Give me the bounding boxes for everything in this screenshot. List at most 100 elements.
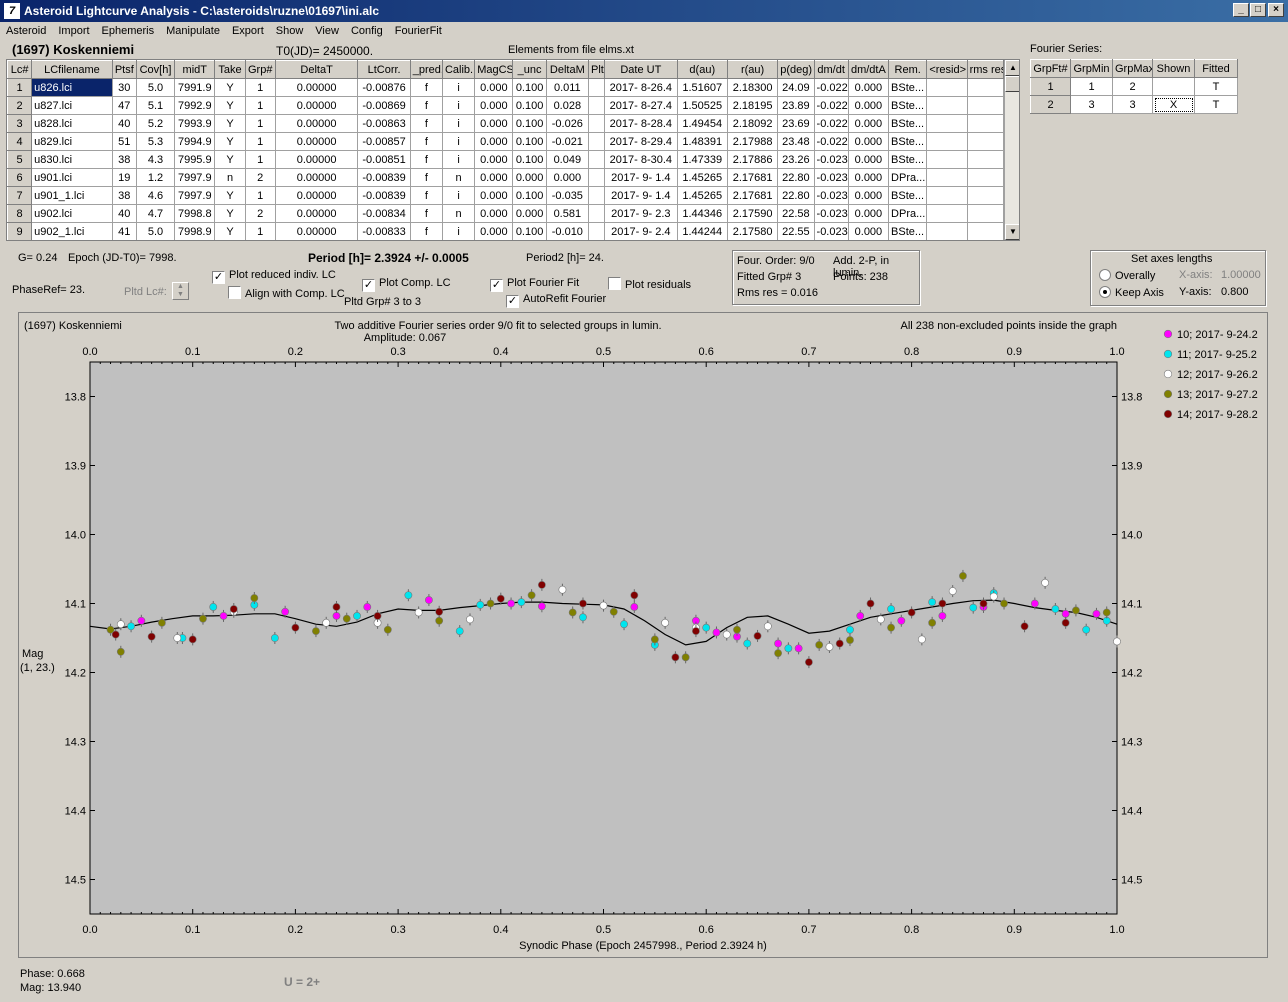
data-point[interactable] — [774, 649, 782, 658]
data-point[interactable] — [856, 612, 865, 620]
data-point[interactable] — [229, 605, 238, 613]
data-point[interactable] — [342, 614, 351, 623]
data-point[interactable] — [784, 644, 793, 653]
data-point[interactable] — [1102, 608, 1111, 617]
data-point[interactable] — [907, 608, 916, 617]
lightcurve-plot[interactable]: (1697) Koskenniemi Two additive Fourier … — [0, 0, 1288, 1002]
data-point[interactable] — [322, 618, 331, 627]
data-point[interactable] — [753, 632, 762, 640]
data-point[interactable] — [312, 627, 320, 635]
data-point[interactable] — [948, 587, 957, 595]
data-point[interactable] — [630, 591, 639, 600]
data-point[interactable] — [137, 616, 146, 625]
data-point[interactable] — [353, 612, 361, 620]
data-point[interactable] — [620, 620, 628, 629]
data-point[interactable] — [199, 614, 207, 623]
data-point[interactable] — [1113, 637, 1121, 646]
data-point[interactable] — [568, 608, 577, 617]
data-point[interactable] — [928, 618, 937, 627]
data-point[interactable] — [722, 630, 731, 639]
data-point[interactable] — [383, 625, 392, 634]
data-point[interactable] — [846, 636, 854, 644]
data-point[interactable] — [692, 627, 700, 635]
data-point[interactable] — [763, 622, 772, 631]
data-point[interactable] — [270, 634, 279, 642]
data-point[interactable] — [332, 612, 341, 620]
data-point[interactable] — [496, 594, 505, 603]
data-point[interactable] — [404, 591, 413, 600]
data-point[interactable] — [969, 603, 978, 612]
data-point[interactable] — [743, 639, 752, 648]
data-point[interactable] — [671, 653, 680, 662]
data-point[interactable] — [815, 641, 824, 649]
data-point[interactable] — [188, 635, 197, 644]
data-point[interactable] — [147, 632, 156, 641]
data-point[interactable] — [959, 572, 967, 580]
data-point[interactable] — [599, 601, 608, 610]
data-point[interactable] — [507, 599, 515, 608]
data-point[interactable] — [712, 628, 721, 637]
data-point[interactable] — [866, 599, 875, 608]
data-point[interactable] — [373, 612, 382, 620]
data-point[interactable] — [989, 592, 998, 601]
data-point[interactable] — [794, 644, 803, 653]
data-point[interactable] — [363, 603, 372, 611]
data-point[interactable] — [209, 603, 218, 611]
data-point[interactable] — [938, 612, 947, 620]
data-point[interactable] — [835, 639, 844, 648]
data-point[interactable] — [425, 596, 433, 604]
data-point[interactable] — [702, 623, 711, 632]
data-point[interactable] — [537, 580, 546, 589]
data-point[interactable] — [917, 635, 926, 644]
data-point[interactable] — [558, 585, 567, 594]
data-point[interactable] — [116, 620, 125, 629]
data-point[interactable] — [486, 599, 495, 608]
data-point[interactable] — [455, 627, 464, 635]
data-point[interactable] — [938, 599, 947, 608]
data-point[interactable] — [1082, 625, 1091, 634]
data-point[interactable] — [846, 625, 854, 634]
data-point[interactable] — [527, 591, 536, 600]
data-point[interactable] — [281, 607, 290, 616]
data-point[interactable] — [157, 618, 166, 627]
data-point[interactable] — [733, 625, 741, 634]
data-point[interactable] — [887, 605, 895, 613]
data-point[interactable] — [537, 602, 546, 611]
data-point[interactable] — [291, 623, 300, 632]
data-point[interactable] — [219, 612, 228, 620]
data-point[interactable] — [111, 630, 120, 639]
data-point[interactable] — [979, 599, 988, 608]
data-point[interactable] — [774, 639, 782, 648]
data-point[interactable] — [681, 653, 690, 662]
data-point[interactable] — [1020, 622, 1029, 631]
plot-area[interactable] — [89, 361, 1118, 915]
data-point[interactable] — [517, 598, 526, 607]
data-point[interactable] — [250, 594, 259, 602]
data-point[interactable] — [928, 598, 937, 607]
data-point[interactable] — [630, 603, 639, 611]
data-point[interactable] — [579, 613, 587, 622]
data-point[interactable] — [1051, 605, 1060, 613]
data-point[interactable] — [435, 607, 444, 616]
data-point[interactable] — [1000, 599, 1008, 608]
data-point[interactable] — [825, 643, 834, 651]
data-point[interactable] — [650, 635, 659, 644]
data-point[interactable] — [435, 616, 444, 625]
data-point[interactable] — [1030, 599, 1039, 608]
data-point[interactable] — [414, 608, 423, 617]
data-point[interactable] — [332, 603, 341, 611]
data-point[interactable] — [1061, 609, 1070, 618]
data-point[interactable] — [1072, 606, 1080, 615]
data-point[interactable] — [1061, 618, 1070, 627]
data-point[interactable] — [609, 607, 618, 616]
data-point[interactable] — [466, 615, 474, 624]
data-point[interactable] — [661, 618, 670, 627]
data-point[interactable] — [127, 622, 135, 631]
data-point[interactable] — [579, 599, 587, 608]
data-point[interactable] — [887, 623, 895, 632]
data-point[interactable] — [1092, 609, 1101, 618]
data-point[interactable] — [173, 634, 182, 642]
data-point[interactable] — [897, 616, 906, 625]
data-point[interactable] — [1041, 578, 1050, 587]
data-point[interactable] — [876, 615, 885, 624]
